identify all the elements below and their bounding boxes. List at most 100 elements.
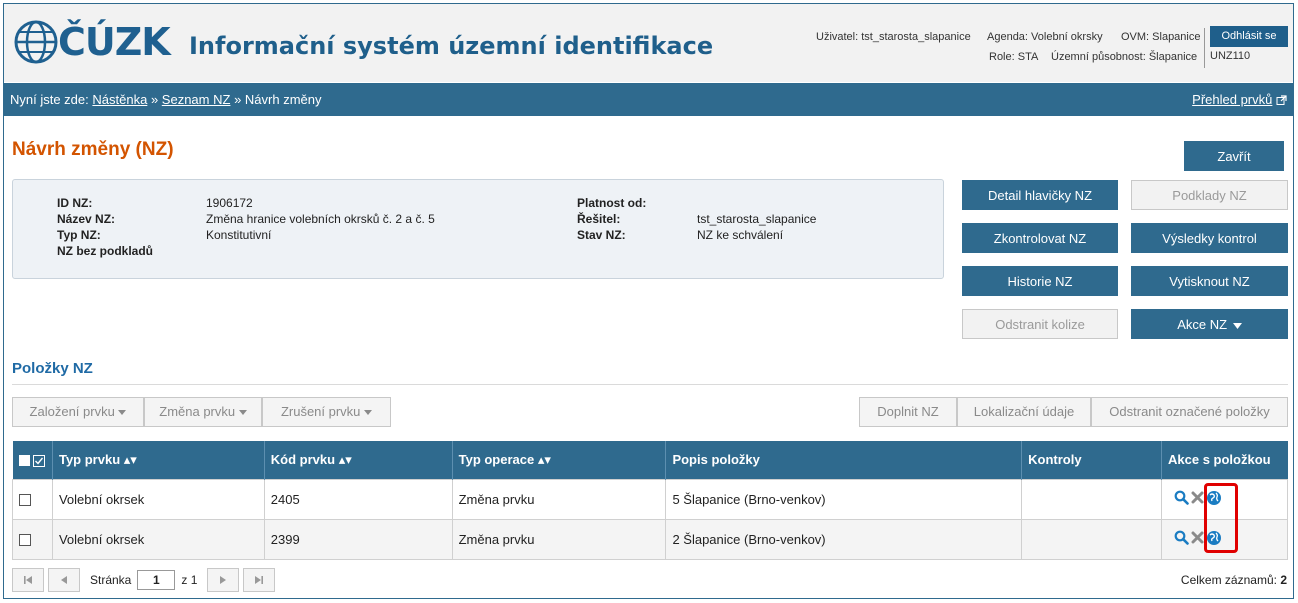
caret-down-icon [364, 410, 373, 416]
zruseni-prvku-label: Zrušení prvku [280, 404, 361, 419]
col-typ-operace-label: Typ operace [458, 451, 535, 467]
search-icon[interactable] [1174, 530, 1189, 546]
search-icon[interactable] [1174, 490, 1189, 506]
vysledky-kontrol-button[interactable]: Výsledky kontrol [1131, 223, 1288, 253]
col-kontroly: Kontroly [1021, 441, 1163, 479]
vytisknout-nz-button[interactable]: Vytisknout NZ [1131, 266, 1288, 296]
globe-logo-icon [14, 20, 58, 64]
sort-icon[interactable]: ▴▾ [538, 452, 551, 467]
col-typ-prvku[interactable]: Typ prvku ▴▾ [52, 441, 265, 479]
app-title: Informační systém územní identifikace [189, 32, 714, 60]
id-nz-label: ID NZ: [57, 196, 93, 210]
breadcrumb-trail: Nyní jste zde: Nástěnka » Seznam NZ » Ná… [10, 83, 322, 116]
row-select-cell[interactable] [12, 478, 53, 520]
breadcrumb: Nyní jste zde: Nástěnka » Seznam NZ » Ná… [4, 83, 1293, 116]
breadcrumb-separator: » [234, 92, 242, 107]
typ-nz-label: Typ NZ: [57, 228, 101, 242]
col-akce: Akce s položkou [1161, 441, 1288, 479]
prehled-prvku-link[interactable]: Přehled prvků [1192, 83, 1287, 116]
app-frame: ČÚZK Informační systém územní identifika… [3, 3, 1294, 599]
delete-x-icon[interactable] [1191, 531, 1204, 544]
lokalizacni-udaje-button[interactable]: Lokalizační údaje [957, 397, 1091, 427]
pager: Stránka 1 z 1 [12, 567, 279, 593]
prev-page-button[interactable] [48, 568, 80, 592]
breadcrumb-item-seznam[interactable]: Seznam NZ [162, 92, 231, 107]
close-button[interactable]: Zavřít [1184, 141, 1284, 171]
col-akce-label: Akce s položkou [1168, 452, 1271, 468]
row-select-cell[interactable] [12, 518, 53, 560]
next-page-button[interactable] [207, 568, 240, 592]
page-title: Návrh změny (NZ) [12, 139, 174, 160]
select-all-checkbox[interactable] [18, 455, 30, 467]
first-page-icon [24, 576, 32, 584]
cell-typ: Volební okrsek [51, 478, 265, 520]
items-table: Typ prvku ▴▾ Kód prvku ▴▾ Typ operace ▴▾… [12, 441, 1288, 560]
col-popis-polozky: Popis položky [665, 441, 1023, 479]
prehled-prvku-label[interactable]: Přehled prvků [1192, 92, 1272, 107]
table-row: Volební okrsek 2405 Změna prvku 5 Šlapan… [12, 478, 1288, 520]
historie-nz-button[interactable]: Historie NZ [962, 266, 1118, 296]
delete-x-icon[interactable] [1191, 491, 1204, 504]
total-label: Celkem záznamů: [1180, 573, 1277, 587]
col-kod-prvku[interactable]: Kód prvku ▴▾ [264, 441, 453, 479]
total-records: Celkem záznamů: 2 [1181, 573, 1287, 587]
logo: ČÚZK [12, 18, 171, 66]
resitel-label: Řešitel: [577, 212, 621, 226]
cell-kod: 2405 [263, 478, 453, 520]
akce-nz-label: Akce NZ [1177, 317, 1228, 332]
akce-nz-dropdown[interactable]: Akce NZ [1131, 309, 1288, 339]
doplnit-nz-button[interactable]: Doplnit NZ [859, 397, 957, 427]
ovm-label: OVM: Slapanice [1121, 31, 1201, 43]
sort-icon[interactable]: ▴▾ [339, 452, 352, 467]
cell-popis: 2 Šlapanice (Brno-venkov) [665, 518, 1023, 560]
header: ČÚZK Informační systém územní identifika… [4, 4, 1293, 82]
highlight-box [1204, 483, 1238, 553]
caret-down-icon [238, 410, 247, 416]
col-typ-prvku-label: Typ prvku [58, 451, 121, 467]
zalozeni-prvku-dropdown[interactable]: Založení prvku [12, 397, 144, 427]
unz-label: UNZ110 [1210, 50, 1251, 62]
total-value: 2 [1280, 573, 1287, 587]
col-typ-operace[interactable]: Typ operace ▴▾ [452, 441, 667, 479]
nazev-nz-label: Název NZ: [57, 212, 116, 226]
cell-operace: Změna prvku [451, 478, 667, 520]
nz-info-panel: ID NZ: 1906172 Název NZ: Změna hranice v… [12, 179, 944, 279]
odstranit-kolize-button[interactable]: Odstranit kolize [962, 309, 1118, 339]
page-label: Stránka [90, 573, 132, 587]
user-label: Uživatel: tst_starosta_slapanice [816, 31, 971, 43]
row-checkbox[interactable] [19, 534, 31, 547]
breadcrumb-prefix: Nyní jste zde: [10, 92, 89, 107]
podklady-nz-button[interactable]: Podklady NZ [1131, 180, 1288, 210]
sort-icon[interactable]: ▴▾ [124, 452, 137, 467]
nazev-nz-value: Změna hranice volebních okrsků č. 2 a č.… [206, 212, 435, 226]
zruseni-prvku-dropdown[interactable]: Zrušení prvku [262, 397, 391, 427]
nz-bez-podkladu-label: NZ bez podkladů [57, 244, 153, 258]
col-kontroly-label: Kontroly [1028, 452, 1082, 468]
zmena-prvku-dropdown[interactable]: Změna prvku [144, 397, 262, 427]
resitel-value: tst_starosta_slapanice [697, 212, 817, 226]
platnost-label: Platnost od: [577, 196, 647, 210]
cell-popis: 5 Šlapanice (Brno-venkov) [665, 478, 1023, 520]
detail-hlavicky-button[interactable]: Detail hlavičky NZ [962, 180, 1118, 210]
table-header-row: Typ prvku ▴▾ Kód prvku ▴▾ Typ operace ▴▾… [12, 441, 1288, 479]
logout-button[interactable]: Odhlásit se [1210, 26, 1288, 47]
row-checkbox[interactable] [19, 494, 31, 507]
first-page-button[interactable] [12, 568, 44, 592]
section-title: Položky NZ [12, 360, 93, 377]
cell-typ: Volební okrsek [51, 518, 265, 560]
page-of-label: z 1 [181, 573, 198, 587]
zkontrolovat-nz-button[interactable]: Zkontrolovat NZ [962, 223, 1118, 253]
stav-label: Stav NZ: [577, 228, 626, 242]
stav-value: NZ ke schválení [697, 228, 784, 242]
caret-down-icon [1232, 322, 1242, 329]
select-all-cell[interactable] [12, 441, 53, 479]
last-page-button[interactable] [243, 568, 276, 592]
odstranit-oznacene-button[interactable]: Odstranit označené položky [1091, 397, 1288, 427]
external-link-icon [1276, 95, 1287, 106]
breadcrumb-separator: » [150, 92, 159, 107]
breadcrumb-item-nastenka[interactable]: Nástěnka [92, 92, 147, 107]
table-row: Volební okrsek 2399 Změna prvku 2 Šlapan… [12, 518, 1288, 560]
zmena-prvku-label: Změna prvku [159, 404, 236, 419]
check-select-icon[interactable] [33, 454, 46, 467]
page-input[interactable]: 1 [137, 570, 176, 590]
